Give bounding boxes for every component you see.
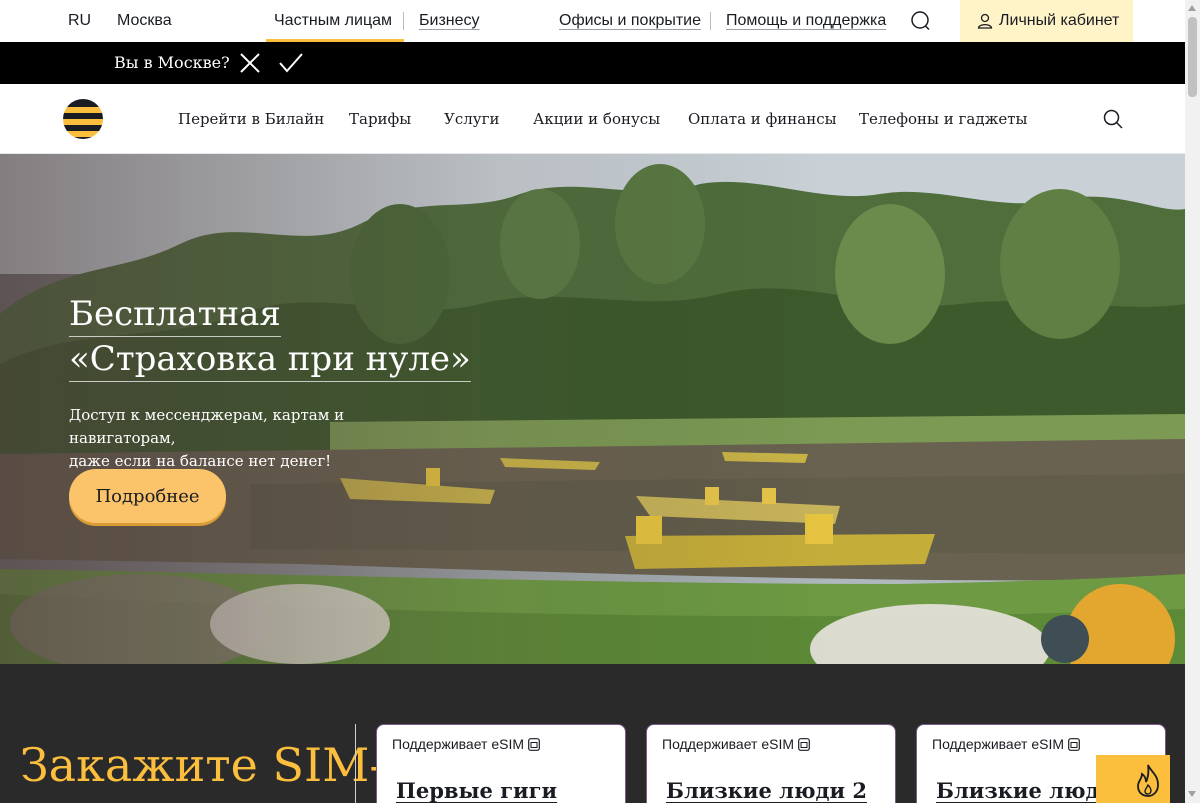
city-question: Вы в Москве? bbox=[114, 53, 230, 72]
nav-item-go-to-beeline[interactable]: Перейти в Билайн bbox=[178, 84, 324, 154]
top-utility-bar: RU Москва Частным лицам Бизнесу Офисы и … bbox=[0, 0, 1185, 42]
tariff-card[interactable]: Поддерживает eSIM Близкие люди 2 bbox=[646, 724, 896, 803]
sim-order-heading: Закажите SIM- bbox=[20, 738, 385, 792]
nav-item-promotions[interactable]: Акции и бонусы bbox=[533, 84, 660, 154]
fire-icon[interactable] bbox=[1096, 755, 1170, 803]
esim-badge-label: Поддерживает eSIM bbox=[932, 736, 1065, 752]
sim-icon bbox=[798, 737, 810, 751]
more-details-button[interactable]: Подробнее bbox=[69, 469, 226, 523]
tariff-title[interactable]: Первые гиги bbox=[396, 778, 557, 803]
hero-title: Бесплатная «Страховка при нуле» bbox=[69, 292, 471, 382]
check-icon[interactable] bbox=[278, 50, 304, 76]
scrollbar-thumb[interactable] bbox=[1188, 17, 1197, 97]
sim-icon bbox=[528, 737, 540, 751]
help-support-link[interactable]: Помощь и поддержка bbox=[726, 0, 886, 42]
nav-item-payment-finance[interactable]: Оплата и финансы bbox=[688, 84, 837, 154]
tariff-card[interactable]: Поддерживает eSIM Первые гиги bbox=[376, 724, 626, 803]
hero-subtitle-line-1: Доступ к мессенджерам, картам и навигато… bbox=[69, 406, 345, 447]
divider bbox=[355, 724, 356, 803]
hero-subtitle-line-2: даже если на балансе нет денег! bbox=[69, 452, 332, 470]
nav-item-tariffs[interactable]: Тарифы bbox=[349, 84, 411, 154]
esim-badge: Поддерживает eSIM bbox=[662, 736, 810, 752]
esim-badge: Поддерживает eSIM bbox=[932, 736, 1080, 752]
esim-badge-label: Поддерживает eSIM bbox=[392, 736, 525, 752]
beeline-logo[interactable] bbox=[63, 99, 103, 139]
page-scrollbar[interactable] bbox=[1185, 0, 1200, 803]
sim-icon bbox=[1068, 737, 1080, 751]
segment-business[interactable]: Бизнесу bbox=[419, 0, 480, 42]
divider bbox=[710, 12, 711, 30]
scroll-down-arrow[interactable] bbox=[1188, 791, 1196, 797]
personal-account-button[interactable]: Личный кабинет bbox=[960, 0, 1133, 42]
hero-banner: Бесплатная «Страховка при нуле» Доступ к… bbox=[0, 154, 1185, 664]
divider bbox=[403, 12, 404, 30]
language-switch[interactable]: RU bbox=[68, 0, 91, 42]
nav-item-phones-gadgets[interactable]: Телефоны и гаджеты bbox=[859, 84, 1027, 154]
esim-badge: Поддерживает eSIM bbox=[392, 736, 540, 752]
personal-account-label: Личный кабинет bbox=[999, 12, 1120, 29]
offices-coverage-link[interactable]: Офисы и покрытие bbox=[559, 0, 701, 42]
scroll-up-arrow[interactable] bbox=[1188, 5, 1196, 11]
hero-subtitle: Доступ к мессенджерам, картам и навигато… bbox=[69, 404, 429, 473]
segment-private[interactable]: Частным лицам bbox=[274, 0, 392, 42]
tariff-title[interactable]: Близкие люди 2 bbox=[666, 778, 867, 803]
city-selector[interactable]: Москва bbox=[117, 0, 172, 42]
sim-order-section: Закажите SIM- Поддерживает eSIM Первые г… bbox=[0, 664, 1185, 803]
main-navigation: Перейти в Билайн Тарифы Услуги Акции и б… bbox=[0, 84, 1185, 154]
user-icon bbox=[977, 13, 993, 29]
hero-title-line-2: «Страховка при нуле» bbox=[69, 337, 471, 382]
city-confirm-bar: Вы в Москве? bbox=[0, 42, 1185, 84]
search-icon[interactable] bbox=[1103, 109, 1123, 129]
close-icon[interactable] bbox=[237, 50, 263, 76]
search-icon[interactable] bbox=[910, 0, 932, 42]
hero-title-line-1: Бесплатная bbox=[69, 292, 281, 337]
esim-badge-label: Поддерживает eSIM bbox=[662, 736, 795, 752]
nav-item-services[interactable]: Услуги bbox=[444, 84, 499, 154]
